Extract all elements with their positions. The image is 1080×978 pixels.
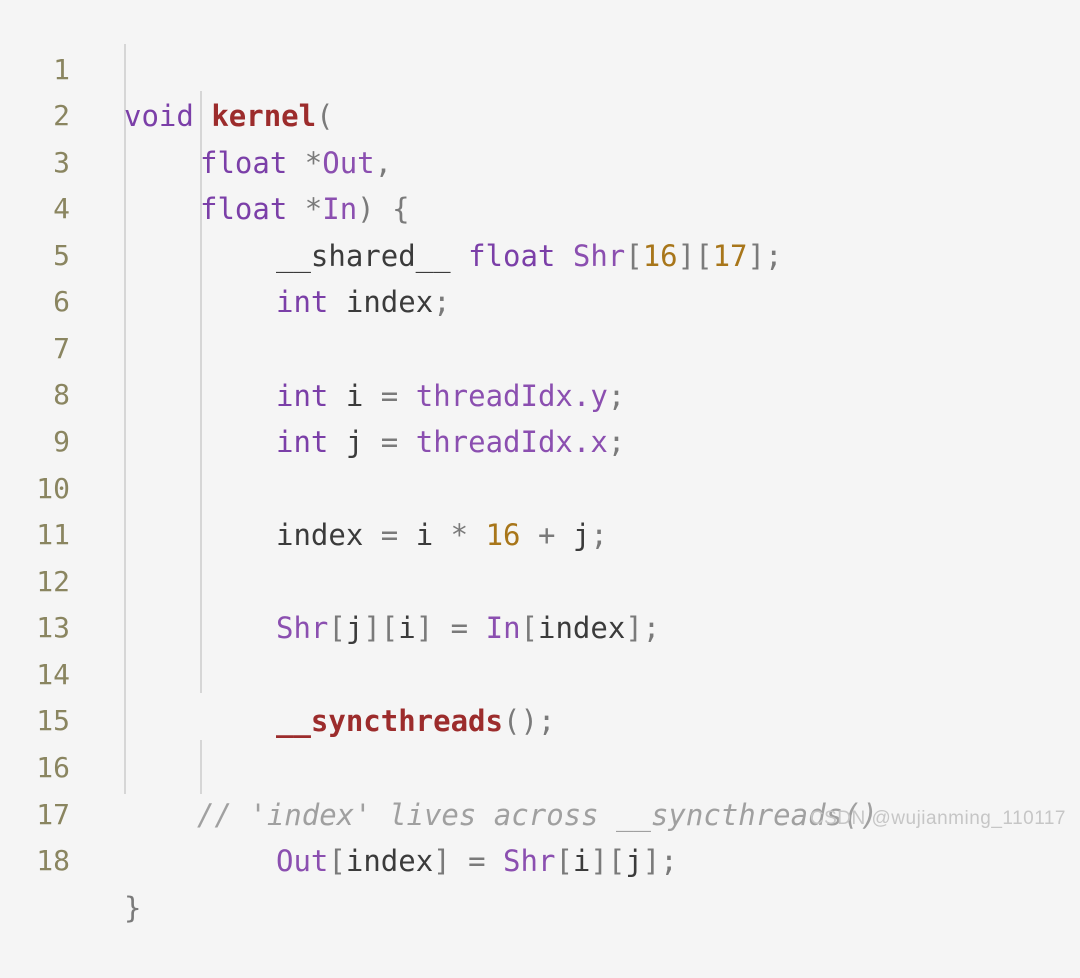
code-line[interactable]: 12 Shr[j][i] = In[index]; [0,512,1080,646]
code-line[interactable]: 5 int index; [0,186,1080,320]
code-line[interactable]: 17 Out[index] = Shr[i][j]; [0,745,1080,879]
csdn-watermark: CSDN @wujianming_110117 [809,808,1066,829]
token-bracket-close: ] [433,844,451,879]
token-var-shr: Shr [503,844,556,879]
code-line[interactable]: 6 [0,233,1080,318]
code-line[interactable]: 13 [0,559,1080,644]
code-line[interactable]: 16 // 'index' lives across __syncthreads… [0,698,1080,832]
code-line[interactable]: 8 int j = threadIdx.x; [0,326,1080,459]
code-line[interactable]: 7 int i = threadIdx.y; [0,279,1080,413]
code-line[interactable]: 15 [0,652,1080,737]
code-line[interactable]: 1 void kernel( [0,0,1080,134]
code-line[interactable]: 11 [0,466,1080,551]
line-number: 18 [36,844,70,878]
line-content: } [124,885,141,932]
code-line[interactable]: 4 __shared__ float Shr[16][17]; [0,140,1080,273]
token-semicolon: ; [660,844,678,879]
code-line[interactable]: 10 index = i * 16 + j; [0,419,1080,553]
token-var-index: index [345,844,434,879]
token-var-i: i [572,844,591,879]
token-bracket-close: ] [642,844,661,879]
code-line[interactable]: 2 float *Out, [0,47,1080,180]
token-bracket-open: [ [328,844,346,879]
token-bracket-open: [ [607,844,626,879]
code-line[interactable]: 3 float *In) { [0,93,1080,227]
token-var-out: Out [276,844,329,879]
token-var-j: j [625,844,643,879]
token-brace-close: } [124,890,142,925]
code-line[interactable]: 9 [0,373,1080,458]
token-assign: = [468,844,486,879]
token-bracket-close: ] [590,844,608,879]
token-bracket-open: [ [555,844,573,879]
code-viewer[interactable]: 1 void kernel( 2 float *Out, 3 float *In… [0,0,1080,925]
line-content: Out[index] = Shr[i][j]; [276,838,678,885]
code-line[interactable]: 14 __syncthreads(); [0,605,1080,739]
